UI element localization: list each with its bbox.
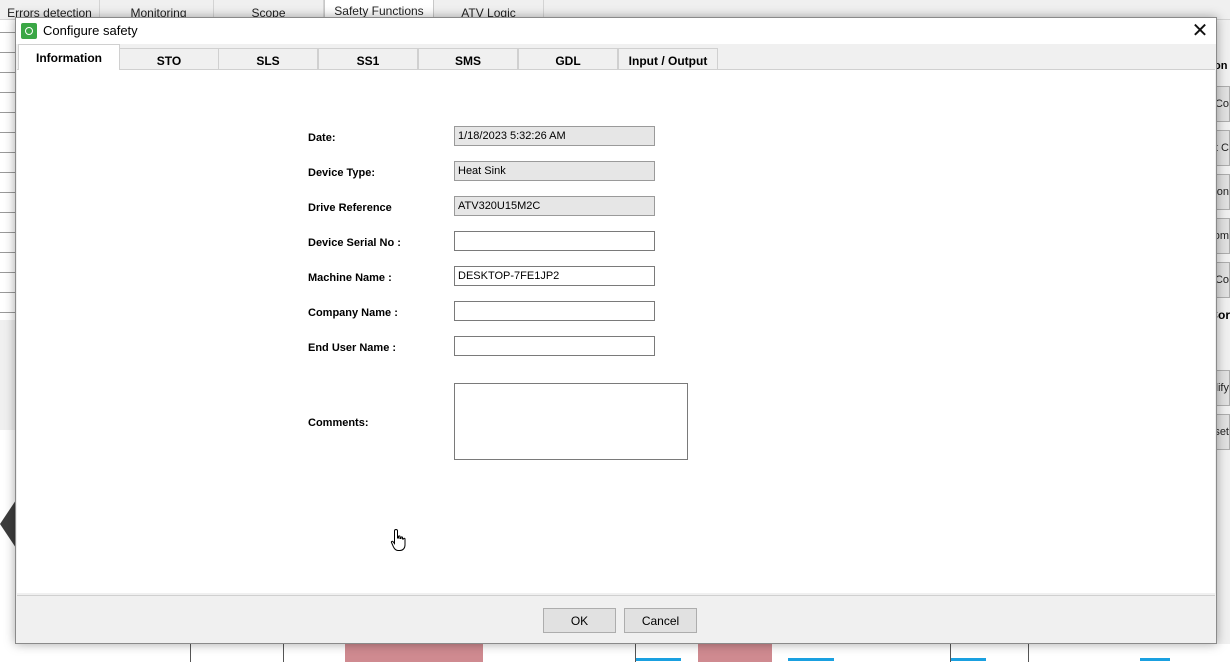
- device-type-field: Heat Sink: [454, 161, 655, 181]
- bg-function-block: [345, 644, 483, 662]
- background-left-grid: [0, 20, 16, 320]
- tab-information[interactable]: Information: [18, 44, 120, 70]
- cancel-button[interactable]: Cancel: [624, 608, 697, 633]
- drive-reference-label: Drive Reference: [308, 202, 392, 214]
- background-diagram-strip: [0, 644, 1230, 662]
- machine-name-input[interactable]: DESKTOP-7FE1JP2: [454, 266, 655, 286]
- tab-gdl[interactable]: GDL: [518, 48, 618, 70]
- ok-button[interactable]: OK: [543, 608, 616, 633]
- drive-reference-field: ATV320U15M2C: [454, 196, 655, 216]
- tab-ss1[interactable]: SS1: [318, 48, 418, 70]
- close-icon[interactable]: ✕: [1184, 18, 1216, 44]
- tab-input-output[interactable]: Input / Output: [618, 48, 718, 70]
- comments-label: Comments:: [308, 417, 369, 429]
- tab-sms[interactable]: SMS: [418, 48, 518, 70]
- comments-textarea[interactable]: [454, 383, 688, 460]
- app-logo-icon: [21, 23, 37, 39]
- company-name-input[interactable]: [454, 301, 655, 321]
- company-name-label: Company Name :: [308, 307, 398, 319]
- end-user-name-input[interactable]: [454, 336, 655, 356]
- tab-strip: Information STO SLS SS1 SMS GDL Input / …: [16, 44, 1216, 70]
- tab-sls[interactable]: SLS: [218, 48, 318, 70]
- information-panel: Date: 1/18/2023 5:32:26 AM Device Type: …: [17, 69, 1215, 593]
- dialog-title: Configure safety: [43, 23, 138, 38]
- device-serial-label: Device Serial No :: [308, 237, 401, 249]
- tab-sto[interactable]: STO: [119, 48, 219, 70]
- date-field: 1/18/2023 5:32:26 AM: [454, 126, 655, 146]
- date-label: Date:: [308, 132, 336, 144]
- background-device-shape: [0, 500, 16, 548]
- configure-safety-dialog: Configure safety ✕ Information STO SLS S…: [15, 17, 1217, 644]
- bg-function-block: [698, 644, 772, 662]
- machine-name-label: Machine Name :: [308, 272, 392, 284]
- end-user-name-label: End User Name :: [308, 342, 397, 354]
- dialog-title-bar[interactable]: Configure safety ✕: [16, 18, 1216, 44]
- hand-cursor-icon: [390, 528, 406, 551]
- device-type-label: Device Type:: [308, 167, 376, 179]
- dialog-footer: OK Cancel: [17, 595, 1215, 643]
- device-serial-input[interactable]: [454, 231, 655, 251]
